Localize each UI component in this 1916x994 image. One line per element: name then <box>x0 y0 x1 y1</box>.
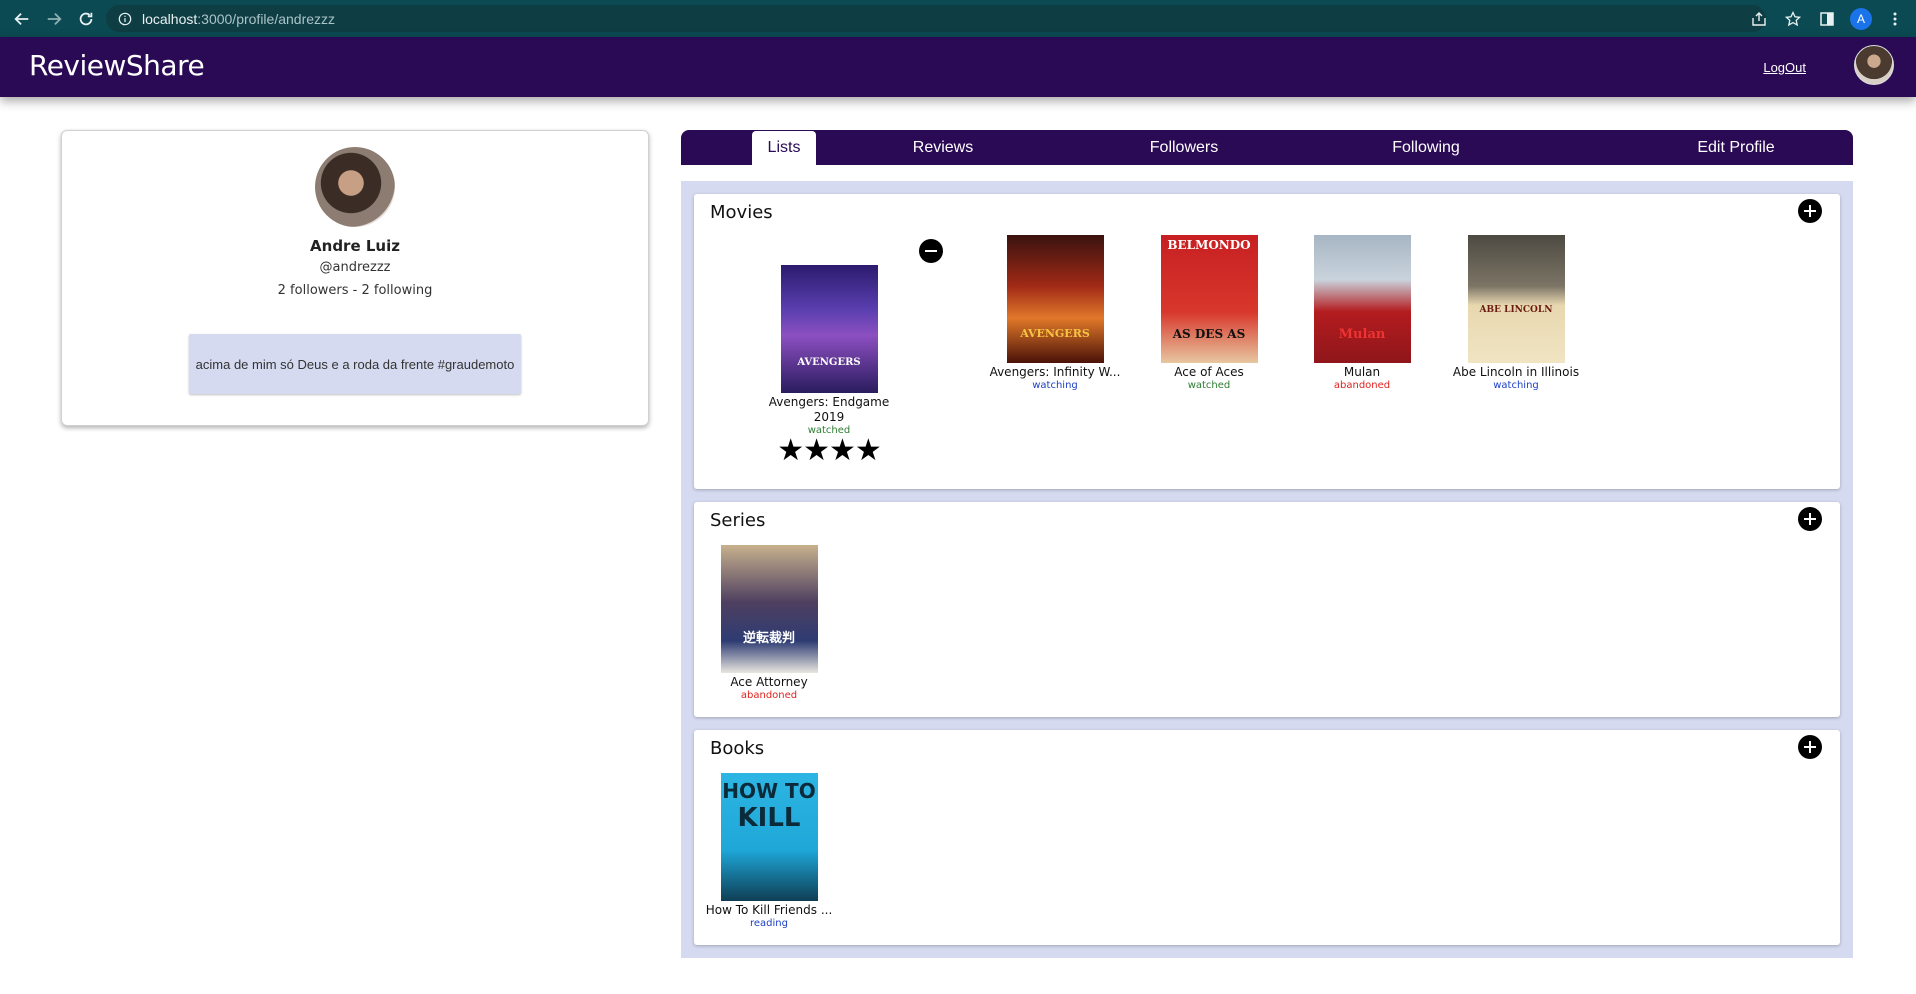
poster-abe-lincoln: ABE LINCOLN <box>1467 235 1565 363</box>
browser-profile-avatar[interactable]: A <box>1850 7 1872 30</box>
address-bar[interactable]: localhost:3000/profile/andrezzz <box>106 5 1766 32</box>
share-icon[interactable] <box>1748 8 1770 30</box>
follow-summary[interactable]: 2 followers - 2 following <box>62 283 648 298</box>
books-list: Books HOW TO KILL How To Kill Friends ..… <box>694 730 1840 945</box>
item-status: reading <box>750 918 788 929</box>
url-text: localhost:3000/profile/andrezzz <box>142 10 336 27</box>
item-status: watching <box>1493 380 1539 391</box>
info-icon[interactable] <box>118 12 132 26</box>
item-title: Mulan <box>1343 365 1381 379</box>
back-icon[interactable] <box>8 5 36 33</box>
list-item[interactable]: HOW TO KILL How To Kill Friends ... read… <box>694 773 844 929</box>
list-title-movies: Movies <box>710 202 773 223</box>
series-list: Series 逆転裁判 Ace Attorney abandoned <box>694 502 1840 717</box>
list-item[interactable]: BELMONDO AS DES AS Ace of Aces watched <box>1134 235 1284 391</box>
header-avatar[interactable] <box>1854 45 1894 85</box>
item-year: 2019 <box>813 410 845 424</box>
profile-name: Andre Luiz <box>310 237 400 255</box>
list-title-books: Books <box>710 738 765 759</box>
poster-avengers-endgame: AVENGERS <box>780 265 878 393</box>
profile-bio: acima de mim só Deus e a roda da frente … <box>189 334 521 394</box>
item-title: Avengers: Endgame <box>768 395 890 409</box>
list-item[interactable]: Mulan Mulan abandoned <box>1287 235 1437 391</box>
tab-followers[interactable]: Followers <box>1129 130 1239 165</box>
list-item[interactable]: 逆転裁判 Ace Attorney abandoned <box>694 545 844 701</box>
browser-toolbar: localhost:3000/profile/andrezzz A <box>0 0 1916 37</box>
list-item[interactable]: AVENGERS Avengers: Infinity W... watchin… <box>980 235 1130 391</box>
rating-stars: ★★★★ <box>777 433 882 468</box>
poster-avengers-infinity-war: AVENGERS <box>1006 235 1104 363</box>
item-title: Avengers: Infinity W... <box>989 365 1121 379</box>
reload-icon[interactable] <box>72 5 100 33</box>
item-status: abandoned <box>1333 380 1391 391</box>
profile-username: @andrezzz <box>319 260 391 275</box>
item-title: How To Kill Friends ... <box>705 903 833 917</box>
list-item[interactable]: ABE LINCOLN Abe Lincoln in Illinois watc… <box>1441 235 1591 391</box>
tab-edit-profile[interactable]: Edit Profile <box>1676 130 1796 165</box>
item-status: watching <box>1032 380 1078 391</box>
profile-card: Andre Luiz @andrezzz 2 followers - 2 fol… <box>61 130 649 426</box>
add-book-button[interactable] <box>1798 735 1822 759</box>
item-title: Ace of Aces <box>1174 365 1244 379</box>
bookmark-star-icon[interactable] <box>1782 8 1804 30</box>
item-status: watched <box>1187 380 1231 391</box>
more-menu-icon[interactable] <box>1884 8 1906 30</box>
logout-link[interactable]: LogOut <box>1763 60 1806 75</box>
tab-lists[interactable]: Lists <box>752 131 816 165</box>
poster-mulan: Mulan <box>1313 235 1411 363</box>
list-title-series: Series <box>710 510 766 531</box>
lists-panel: Movies AVENGERS Avengers: Endgame 2019 w… <box>681 181 1853 958</box>
poster-how-to-kill-friends: HOW TO KILL <box>720 773 818 901</box>
profile-tabs: Lists Reviews Followers Following Edit P… <box>681 130 1853 165</box>
item-title: Ace Attorney <box>730 675 808 689</box>
poster-ace-of-aces: BELMONDO AS DES AS <box>1160 235 1258 363</box>
tab-following[interactable]: Following <box>1371 130 1481 165</box>
add-series-button[interactable] <box>1798 507 1822 531</box>
item-status: abandoned <box>740 690 798 701</box>
profile-avatar <box>315 147 395 227</box>
item-title: Abe Lincoln in Illinois <box>1452 365 1580 379</box>
forward-icon[interactable] <box>40 5 68 33</box>
list-item[interactable]: AVENGERS Avengers: Endgame 2019 watched … <box>754 265 904 466</box>
app-header: ReviewShare LogOut <box>0 37 1916 97</box>
remove-item-button[interactable] <box>919 239 943 263</box>
add-movie-button[interactable] <box>1798 199 1822 223</box>
tab-reviews[interactable]: Reviews <box>898 130 988 165</box>
brand-logo[interactable]: ReviewShare <box>29 49 205 82</box>
side-panel-icon[interactable] <box>1816 8 1838 30</box>
movies-list: Movies AVENGERS Avengers: Endgame 2019 w… <box>694 194 1840 489</box>
poster-ace-attorney: 逆転裁判 <box>720 545 818 673</box>
